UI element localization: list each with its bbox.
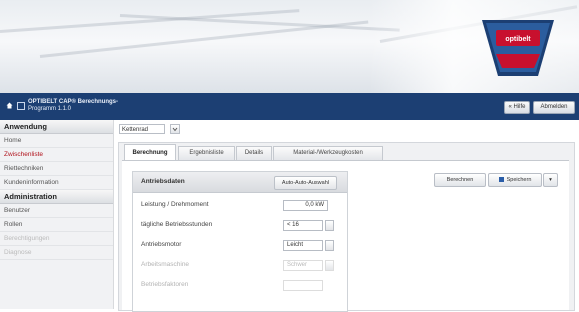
drive-motor-select-button[interactable] (325, 240, 334, 251)
sidebar-section-administration: Administration (0, 190, 113, 204)
drive-motor-select[interactable]: Leicht (283, 240, 323, 251)
tab-content: Antriebsdaten Auto-Auto-Auswahl Leistung… (122, 160, 569, 312)
svg-text:optibelt: optibelt (505, 36, 531, 43)
work-machine-select-button[interactable] (325, 260, 334, 271)
sidebar-item-diagnose[interactable]: Diagnose (0, 246, 113, 260)
tab-berechnung[interactable]: Berechnung (124, 144, 176, 161)
save-button-label: Speichern (506, 177, 532, 183)
drive-data-header: Antriebsdaten Auto-Auto-Auswahl (133, 172, 347, 193)
chevron-down-icon (172, 127, 178, 132)
tab-ergebnisliste[interactable]: Ergebnisliste (178, 146, 235, 160)
power-input[interactable]: 0,0 kW (283, 200, 328, 211)
more-actions-button[interactable]: ▾ (543, 173, 558, 187)
main-content: Kettenrad Berechnung Ergebnisliste Detai… (114, 120, 579, 312)
tab-material-werkzeugkosten[interactable]: Material-/Werkzeugkosten (273, 146, 383, 160)
logout-button[interactable]: Abmelden (533, 101, 575, 114)
drive-data-title: Antriebsdaten (141, 178, 185, 185)
sidebar-item-berechtigungen[interactable]: Berechtigungen (0, 232, 113, 246)
row-label-work-machine: Arbeitsmaschine (141, 261, 190, 268)
top-navigation-bar: OPTIBELT CAP® Berechnungs- Programm 1.1.… (0, 93, 579, 120)
row-label-power: Leistung / Drehmoment (141, 201, 209, 208)
help-button[interactable]: « Hilfe (504, 101, 530, 114)
tab-details[interactable]: Details (236, 146, 272, 160)
sidebar-section-anwendung: Anwendung (0, 120, 113, 134)
sidebar-item-riettechniken[interactable]: Riettechniken (0, 162, 113, 176)
hours-select[interactable]: < 16 (283, 220, 323, 231)
row-label-drive-motor: Antriebsmotor (141, 241, 182, 248)
sidebar-item-zwischenliste[interactable]: Zwischenliste (0, 148, 113, 162)
sidebar-item-kundeninformation[interactable]: Kundeninformation (0, 176, 113, 190)
optibelt-logo: optibelt (482, 20, 554, 76)
save-icon (498, 177, 504, 182)
calculate-button[interactable]: Berechnen (434, 173, 486, 187)
save-button[interactable]: Speichern (488, 173, 542, 187)
app-title-line1: OPTIBELT CAP® Berechnungs- (28, 99, 118, 105)
sidebar-item-home[interactable]: Home (0, 134, 113, 148)
row-label-hours: tägliche Betriebsstunden (141, 221, 213, 228)
hours-select-button[interactable] (325, 220, 334, 231)
app-title: OPTIBELT CAP® Berechnungs- Programm 1.1.… (28, 99, 118, 113)
home-icon[interactable] (6, 102, 13, 109)
product-select[interactable]: Kettenrad (119, 124, 165, 134)
work-machine-select[interactable]: Schwer (283, 260, 323, 271)
sidebar-item-benutzer[interactable]: Benutzer (0, 204, 113, 218)
window-icon[interactable] (17, 102, 25, 110)
app-title-line2: Programm 1.1.0 (28, 106, 72, 112)
sidebar-item-rollen[interactable]: Rollen (0, 218, 113, 232)
sidebar: Anwendung Home Zwischenliste Riettechnik… (0, 120, 114, 309)
auto-selection-button[interactable]: Auto-Auto-Auswahl (273, 176, 337, 190)
row-label-service-factors: Betriebsfaktoren (141, 281, 189, 288)
drive-data-box: Antriebsdaten Auto-Auto-Auswahl Leistung… (132, 171, 348, 312)
header-banner: optibelt (0, 0, 579, 93)
product-select-button[interactable] (170, 124, 180, 134)
service-factors-input[interactable] (283, 280, 323, 291)
